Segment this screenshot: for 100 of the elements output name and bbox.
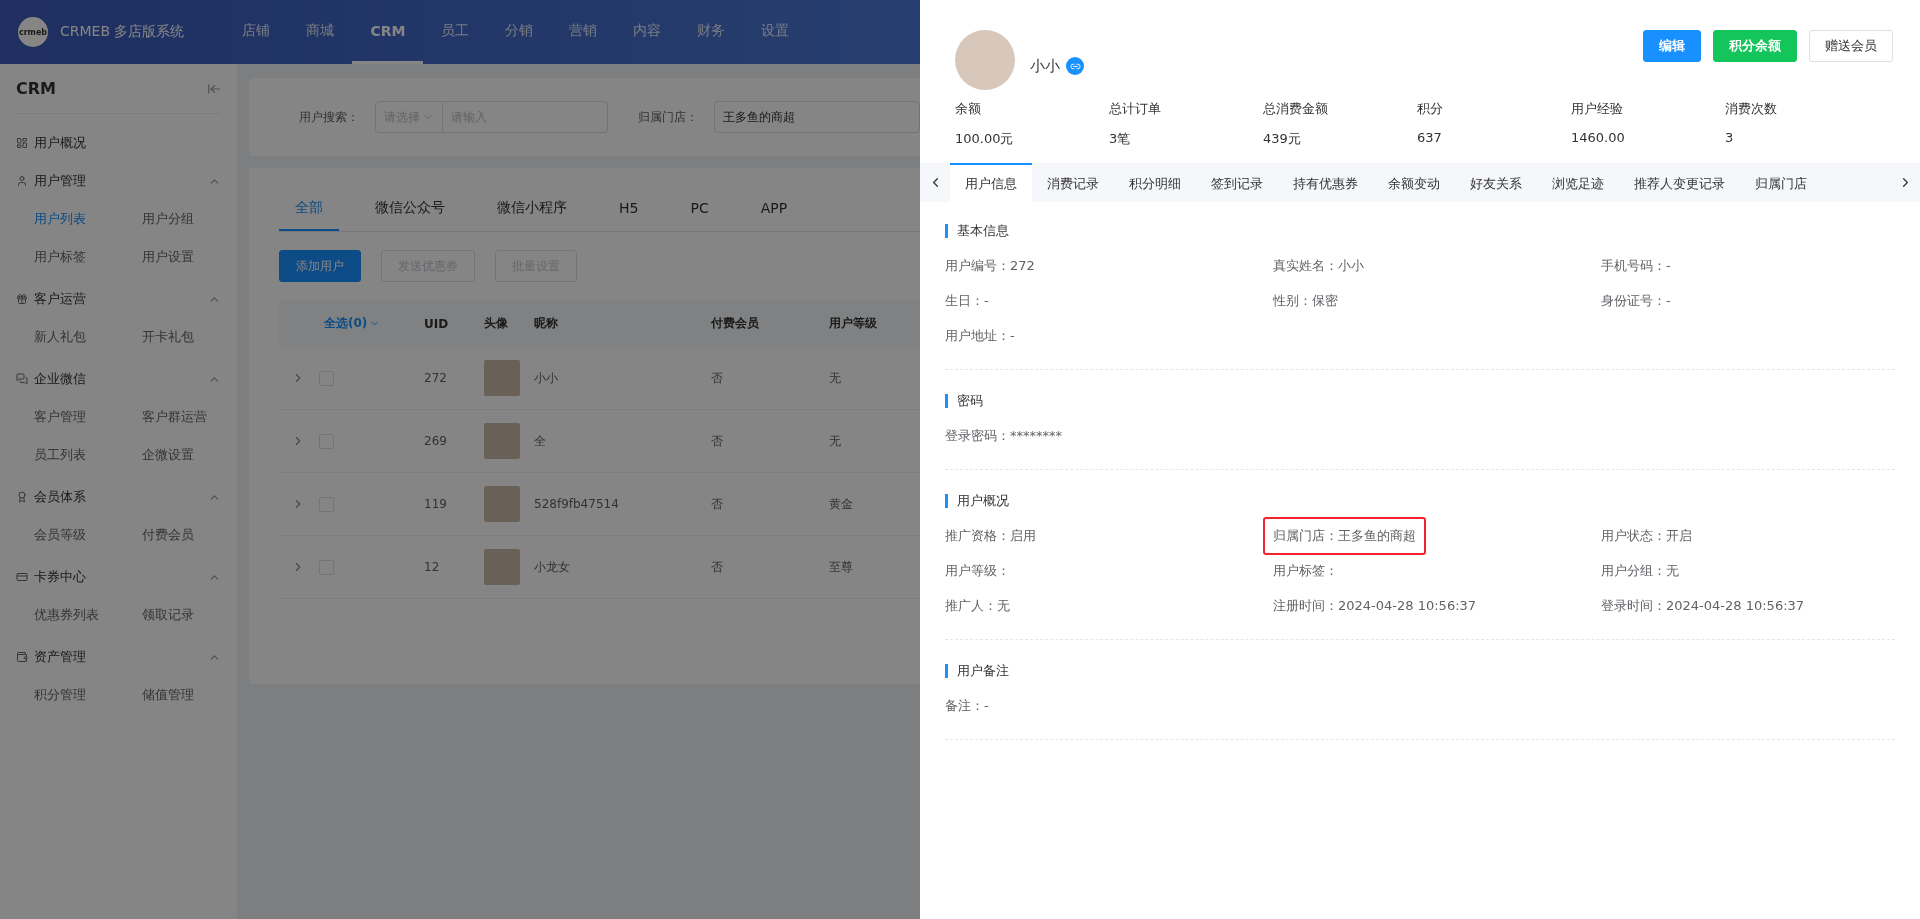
avatar-placeholder	[484, 360, 520, 396]
sidebar-item[interactable]: 储值管理	[142, 676, 250, 714]
info-field: 生日：-	[945, 291, 989, 310]
sidebar-item[interactable]: 客户群运营	[142, 398, 250, 436]
detail-tab[interactable]: 余额变动	[1373, 163, 1455, 202]
detail-tab[interactable]: 归属门店	[1740, 163, 1822, 202]
section-title: 密码	[945, 394, 1895, 408]
detail-tab[interactable]: 签到记录	[1196, 163, 1278, 202]
sidebar-item[interactable]: 新人礼包	[34, 318, 142, 356]
drawer-button[interactable]: 赠送会员	[1809, 30, 1893, 62]
column-header: UID	[424, 316, 450, 331]
sidebar-item[interactable]: 积分管理	[34, 676, 142, 714]
avatar-placeholder	[955, 30, 1015, 90]
drawer-button[interactable]: 积分余额	[1713, 30, 1797, 62]
channel-tab[interactable]: 全部	[279, 187, 339, 231]
detail-tab[interactable]: 消费记录	[1032, 163, 1114, 202]
nav-tab[interactable]: CRM	[352, 0, 424, 64]
stat-value: 439元	[1263, 130, 1302, 148]
sidebar-group[interactable]: 企业微信	[16, 360, 221, 398]
nav-tab[interactable]: 店铺	[224, 0, 289, 64]
info-field: 用户地址：-	[945, 326, 1015, 345]
group-icon	[16, 571, 28, 583]
table-cell-text: 至尊	[829, 558, 854, 576]
stat-label: 积分	[1417, 100, 1444, 118]
info-field: 性别：保密	[1273, 291, 1338, 310]
channel-tab[interactable]: H5	[603, 187, 655, 231]
table-cell-text: 无	[829, 369, 842, 387]
highlighted-field: 归属门店：王多鱼的商超	[1263, 516, 1426, 555]
sidebar-item[interactable]: 优惠券列表	[34, 596, 142, 634]
detail-tab[interactable]: 浏览足迹	[1537, 163, 1619, 202]
channel-tab[interactable]: 微信小程序	[481, 187, 583, 231]
stat-value: 3笔	[1109, 130, 1132, 148]
stat-label: 总消费金额	[1263, 100, 1329, 118]
sidebar-group[interactable]: 资产管理	[16, 638, 221, 676]
table-cell-text: 小小	[534, 369, 559, 387]
sidebar-item[interactable]: 用户分组	[142, 200, 250, 238]
sidebar-item[interactable]: 付费会员	[142, 516, 250, 554]
channel-tab[interactable]: PC	[674, 187, 725, 231]
table-cell-text: 119	[424, 497, 448, 511]
stat-value: 637	[1417, 130, 1443, 145]
detail-tab[interactable]: 持有优惠券	[1278, 163, 1373, 202]
info-field: 注册时间：2024-04-28 10:56:37	[1273, 596, 1477, 615]
sidebar-item[interactable]: 会员等级	[34, 516, 142, 554]
search-label: 用户搜索：	[299, 108, 359, 126]
stat-label: 总计订单	[1109, 100, 1162, 118]
sidebar-group[interactable]: 会员体系	[16, 478, 221, 516]
group-icon	[16, 175, 28, 187]
table-cell-text: 无	[829, 432, 842, 450]
sidebar-group[interactable]: 用户概况	[16, 124, 221, 162]
section-title: 基本信息	[945, 224, 1895, 238]
info-field: 用户分组：无	[1601, 561, 1679, 580]
nav-tab[interactable]: 财务	[679, 0, 744, 64]
channel-tab[interactable]: APP	[744, 187, 804, 231]
info-field: 用户标签：	[1273, 561, 1338, 580]
column-header: 昵称	[534, 315, 559, 332]
channel-tab[interactable]: 微信公众号	[359, 187, 461, 231]
sidebar-item[interactable]: 员工列表	[34, 436, 142, 474]
store-label: 归属门店：	[638, 108, 699, 126]
sidebar-item[interactable]: 企微设置	[142, 436, 250, 474]
info-field: 用户等级：	[945, 561, 1010, 580]
nav-tab[interactable]: 营销	[551, 0, 616, 64]
detail-tab[interactable]: 用户信息	[950, 163, 1032, 202]
sidebar-item[interactable]: 客户管理	[34, 398, 142, 436]
collapse-icon[interactable]	[207, 81, 221, 96]
detail-tab[interactable]: 积分明细	[1114, 163, 1196, 202]
table-cell-text: 否	[711, 558, 724, 576]
sidebar-item[interactable]: 领取记录	[142, 596, 250, 634]
sidebar-item[interactable]: 用户设置	[142, 238, 250, 276]
sidebar-item[interactable]: 用户列表	[34, 200, 142, 238]
avatar-placeholder	[484, 486, 520, 522]
column-header: 头像	[484, 315, 509, 332]
info-field: 用户编号：272	[945, 256, 1035, 275]
group-icon	[16, 137, 28, 149]
stat-value: 100.00元	[955, 130, 1015, 148]
nav-tab[interactable]: 分销	[487, 0, 552, 64]
table-cell-text: 否	[711, 432, 724, 450]
info-field: 真实姓名：小小	[1273, 256, 1364, 275]
nav-tab[interactable]: 商城	[288, 0, 353, 64]
sidebar-group[interactable]: 客户运营	[16, 280, 221, 318]
stat-label: 用户经验	[1571, 100, 1624, 118]
table-cell-text: 否	[711, 495, 724, 513]
nav-tab[interactable]: 员工	[423, 0, 488, 64]
info-field: 推广资格：启用	[945, 526, 1036, 545]
section-title: 用户概况	[945, 494, 1895, 508]
select-all-dropdown[interactable]: 全选(0)	[279, 315, 424, 332]
detail-tab[interactable]: 好友关系	[1455, 163, 1537, 202]
action-button[interactable]: 添加用户	[279, 250, 361, 282]
sidebar-item[interactable]: 开卡礼包	[142, 318, 250, 356]
sidebar-item[interactable]: 用户标签	[34, 238, 142, 276]
nav-tab[interactable]: 内容	[615, 0, 680, 64]
store-select[interactable]: 王多鱼的商超	[714, 101, 920, 133]
nav-tab[interactable]: 设置	[743, 0, 808, 64]
stat-value: 3	[1725, 130, 1735, 145]
sidebar-group[interactable]: 卡券中心	[16, 558, 221, 596]
group-icon	[16, 293, 28, 305]
detail-tab[interactable]: 推荐人变更记录	[1619, 163, 1740, 202]
info-field: 备注：-	[945, 696, 989, 715]
drawer-button[interactable]: 编辑	[1643, 30, 1701, 62]
sidebar-group[interactable]: 用户管理	[16, 162, 221, 200]
table-cell-text: 528f9fb47514	[534, 497, 620, 511]
